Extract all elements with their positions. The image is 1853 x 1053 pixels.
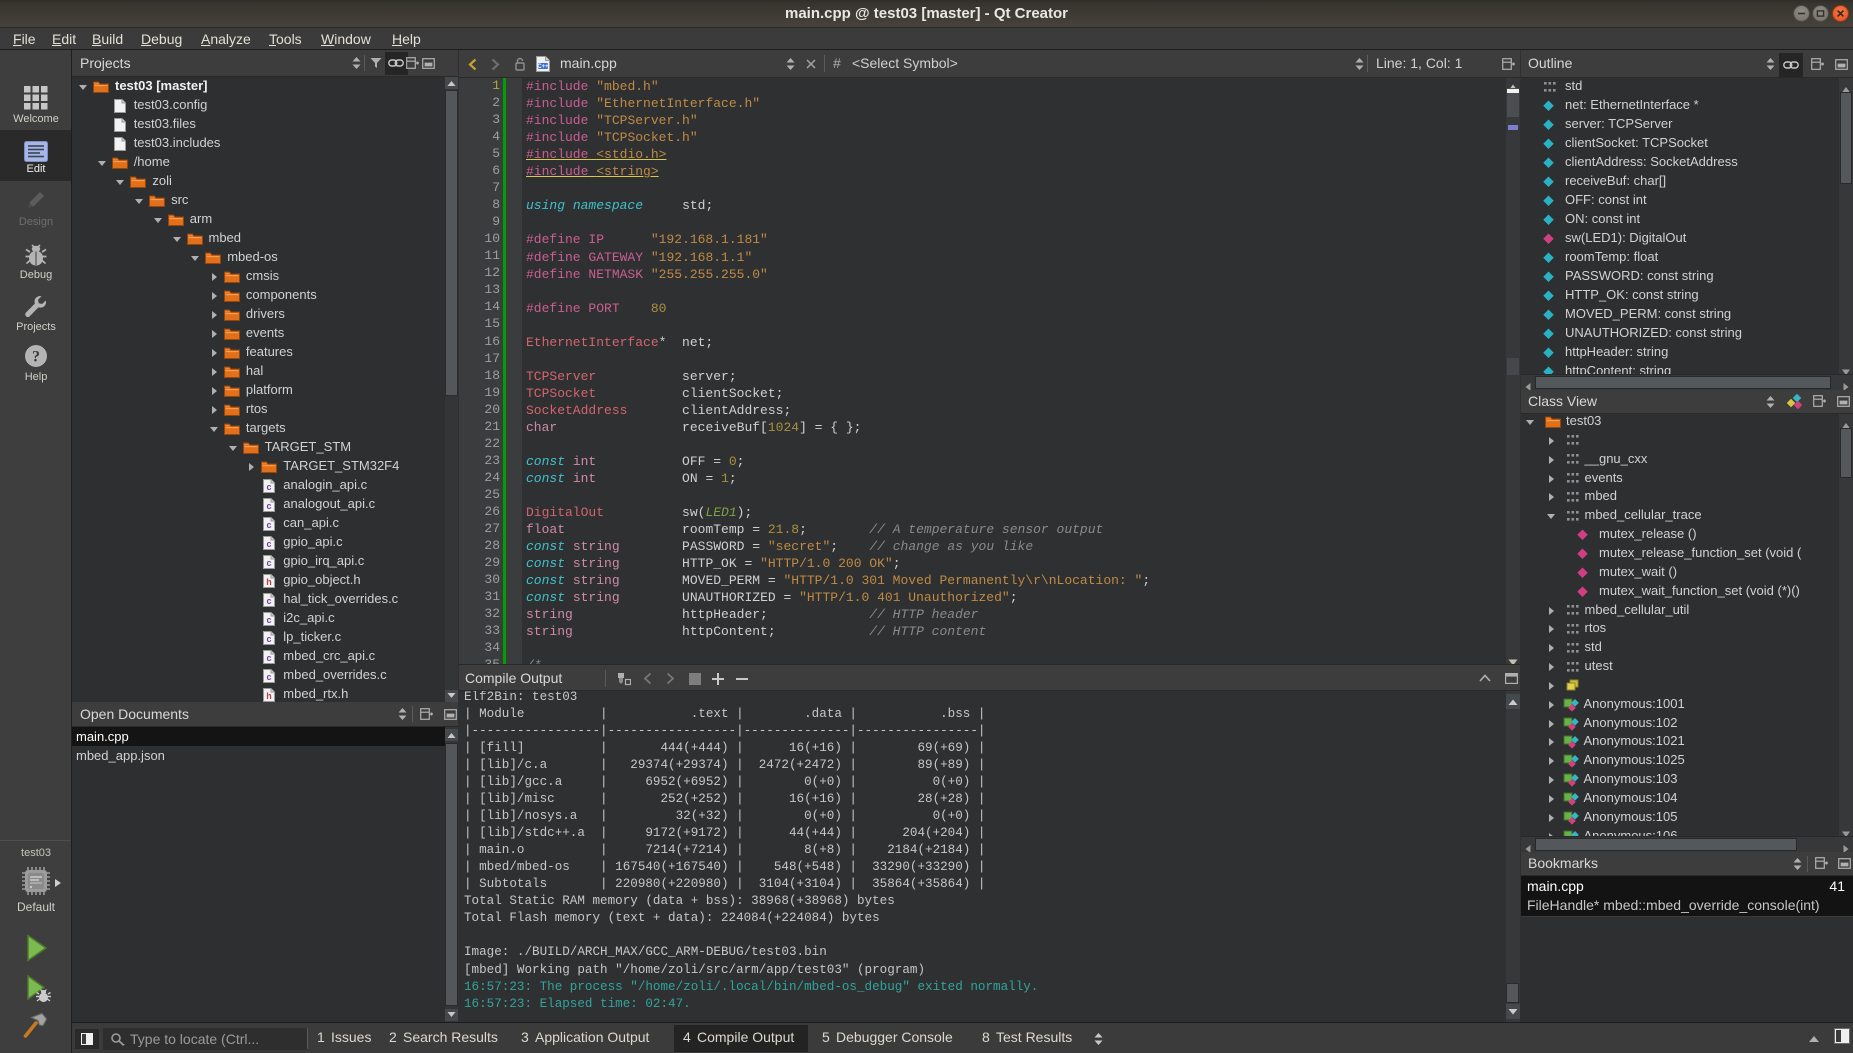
svg-text:h: h — [267, 691, 273, 701]
svg-text:C++: C++ — [537, 64, 549, 70]
svg-text:c: c — [267, 520, 272, 530]
svg-text:c: c — [267, 672, 272, 682]
svg-text:c: c — [267, 539, 272, 549]
svg-text:c: c — [267, 558, 272, 568]
svg-text:c: c — [267, 596, 272, 606]
svg-text:c: c — [267, 634, 272, 644]
svg-text:c: c — [267, 482, 272, 492]
svg-text:c: c — [267, 615, 272, 625]
svg-text:c: c — [267, 653, 272, 663]
svg-text:h: h — [267, 577, 273, 587]
svg-text:c: c — [267, 501, 272, 511]
svg-text:?: ? — [32, 349, 40, 366]
